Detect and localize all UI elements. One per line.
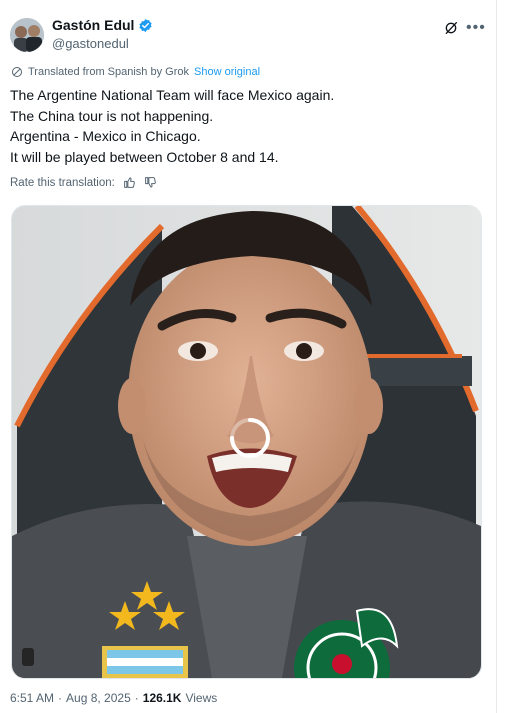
tweet-text: The Argentine National Team will face Me… (10, 85, 480, 167)
tweet-line: Argentina - Mexico in Chicago. (10, 128, 201, 144)
author-name[interactable]: Gastón Edul (52, 17, 134, 33)
translation-note: Translated from Spanish by Grok Show ori… (11, 66, 260, 78)
tweet-card: Gastón Edul @gastonedul ••• Translated f… (0, 0, 497, 713)
thumbs-down-icon[interactable] (144, 176, 157, 189)
post-time[interactable]: 6:51 AM (10, 691, 54, 705)
separator-dot: · (58, 691, 63, 705)
argentina-badge (102, 646, 188, 678)
tweet-line: The China tour is not happening. (10, 107, 214, 124)
translate-icon (12, 67, 22, 77)
video-player[interactable] (11, 205, 482, 679)
rate-translation-row: Rate this translation: (10, 176, 157, 189)
tweet-meta: 6:51 AM · Aug 8, 2025 · 126.1K Views (10, 691, 217, 705)
avatar[interactable] (10, 18, 44, 52)
translation-label: Translated from Spanish by Grok (28, 66, 189, 78)
verified-badge-icon (139, 18, 153, 32)
separator-dot: · (134, 691, 139, 705)
views-count: 126.1K (142, 691, 182, 705)
grok-icon[interactable] (443, 20, 459, 36)
more-icon[interactable]: ••• (466, 19, 486, 37)
thumbs-up-icon[interactable] (123, 176, 136, 189)
views-label: Views (185, 691, 218, 705)
author-name-row: Gastón Edul (52, 17, 153, 33)
mute-icon[interactable] (22, 648, 34, 666)
tweet-line: The Argentine National Team will face Me… (10, 87, 335, 103)
author-handle[interactable]: @gastonedul (52, 36, 129, 51)
rate-label: Rate this translation: (10, 176, 115, 189)
show-original-link[interactable]: Show original (194, 66, 260, 78)
post-date[interactable]: Aug 8, 2025 (66, 691, 131, 705)
tweet-line: It will be played between October 8 and … (10, 148, 279, 165)
video-frame (12, 206, 481, 678)
